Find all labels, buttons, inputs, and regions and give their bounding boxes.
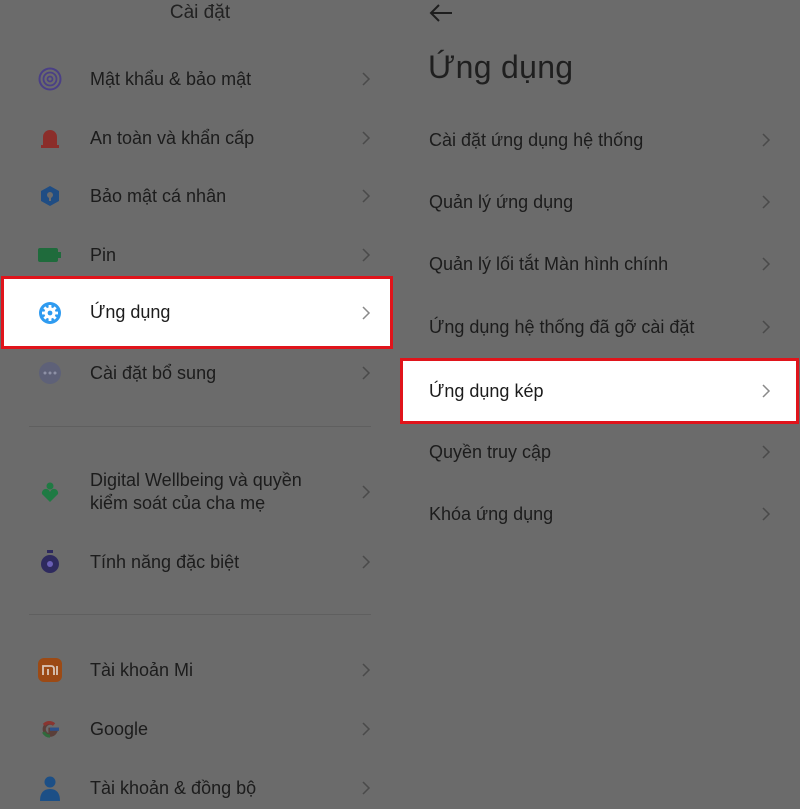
- settings-item-label: Digital Wellbeing và quyền kiểm soát của…: [90, 470, 302, 513]
- settings-item-google[interactable]: Google: [0, 708, 400, 750]
- settings-item-label: Cài đặt bổ sung: [90, 363, 217, 383]
- chevron-right-icon: [362, 722, 371, 736]
- chevron-right-icon: [362, 555, 371, 569]
- more-dots-icon: [37, 360, 63, 386]
- chevron-right-icon: [362, 366, 371, 380]
- settings-item-label: Pin: [90, 245, 117, 265]
- chevron-right-icon: [762, 384, 771, 398]
- settings-item-mi-account[interactable]: Tài khoản Mi: [0, 649, 400, 691]
- settings-panel: Cài đặt Mật khẩu & bảo mật An toàn và kh…: [0, 0, 400, 801]
- settings-item-label: Google: [90, 719, 149, 739]
- chevron-right-icon: [362, 485, 371, 499]
- settings-item-label: Tài khoản & đồng bộ: [90, 778, 257, 798]
- chevron-right-icon: [362, 663, 371, 677]
- person-icon: [37, 775, 63, 801]
- apps-item-system-app-settings[interactable]: Cài đặt ứng dụng hệ thống: [400, 119, 800, 161]
- back-arrow-icon[interactable]: [428, 2, 454, 24]
- page-heading: Ứng dụng: [428, 49, 574, 85]
- gear-icon: [37, 300, 63, 326]
- apps-item-app-lock[interactable]: Khóa ứng dụng: [400, 493, 800, 535]
- apps-item-label: Cài đặt ứng dụng hệ thống: [429, 130, 644, 150]
- apps-item-dual-apps[interactable]: Ứng dụng kép: [400, 358, 799, 424]
- settings-item-label: Mật khẩu & bảo mật: [90, 69, 252, 89]
- chevron-right-icon: [362, 781, 371, 795]
- settings-item-label: Bảo mật cá nhân: [90, 186, 227, 206]
- page-title: Cài đặt: [169, 2, 231, 23]
- privacy-shield-icon: [37, 183, 63, 209]
- settings-item-personal-privacy[interactable]: Bảo mật cá nhân: [0, 175, 400, 217]
- apps-item-label: Quản lý ứng dụng: [429, 192, 574, 212]
- stopwatch-icon: [37, 549, 63, 575]
- apps-item-label: Quyền truy cập: [429, 442, 552, 462]
- emergency-icon: [37, 125, 63, 151]
- apps-item-uninstalled-system-apps[interactable]: Ứng dụng hệ thống đã gỡ cài đặt: [400, 306, 800, 348]
- chevron-right-icon: [762, 507, 771, 521]
- fingerprint-icon: [37, 66, 63, 92]
- chevron-right-icon: [362, 306, 371, 320]
- settings-item-label: Ứng dụng: [90, 302, 171, 322]
- chevron-right-icon: [362, 131, 371, 145]
- apps-item-label: Ứng dụng kép: [429, 381, 544, 401]
- settings-item-additional-settings[interactable]: Cài đặt bổ sung: [0, 352, 400, 394]
- google-logo-icon: [37, 716, 63, 742]
- battery-icon: [37, 242, 63, 268]
- chevron-right-icon: [762, 195, 771, 209]
- chevron-right-icon: [362, 248, 371, 262]
- settings-item-label: An toàn và khẩn cấp: [90, 128, 255, 148]
- chevron-right-icon: [762, 257, 771, 271]
- apps-item-permissions[interactable]: Quyền truy cập: [400, 431, 800, 473]
- apps-item-label: Khóa ứng dụng: [429, 504, 554, 524]
- apps-panel: Ứng dụng Cài đặt ứng dụng hệ thống Quản …: [400, 0, 800, 800]
- divider: [29, 614, 371, 615]
- settings-item-apps[interactable]: Ứng dụng: [1, 276, 393, 349]
- settings-item-label: Tính năng đặc biệt: [90, 552, 240, 572]
- apps-item-home-screen-shortcuts[interactable]: Quản lý lối tắt Màn hình chính: [400, 243, 800, 285]
- chevron-right-icon: [762, 445, 771, 459]
- chevron-right-icon: [362, 189, 371, 203]
- apps-item-label: Ứng dụng hệ thống đã gỡ cài đặt: [429, 317, 695, 337]
- settings-item-password-security[interactable]: Mật khẩu & bảo mật: [0, 58, 400, 100]
- settings-item-label: Tài khoản Mi: [90, 660, 194, 680]
- chevron-right-icon: [762, 320, 771, 334]
- apps-item-manage-apps[interactable]: Quản lý ứng dụng: [400, 181, 800, 223]
- settings-item-safety-emergency[interactable]: An toàn và khẩn cấp: [0, 117, 400, 159]
- divider: [29, 426, 371, 427]
- mi-logo-icon: [37, 657, 63, 683]
- wellbeing-icon: [37, 479, 63, 505]
- chevron-right-icon: [362, 72, 371, 86]
- settings-item-digital-wellbeing[interactable]: Digital Wellbeing và quyền kiểm soát của…: [0, 468, 400, 516]
- settings-item-special-features[interactable]: Tính năng đặc biệt: [0, 541, 400, 583]
- settings-item-battery[interactable]: Pin: [0, 234, 400, 276]
- settings-item-accounts-sync[interactable]: Tài khoản & đồng bộ: [0, 767, 400, 809]
- chevron-right-icon: [762, 133, 771, 147]
- apps-item-label: Quản lý lối tắt Màn hình chính: [429, 254, 669, 274]
